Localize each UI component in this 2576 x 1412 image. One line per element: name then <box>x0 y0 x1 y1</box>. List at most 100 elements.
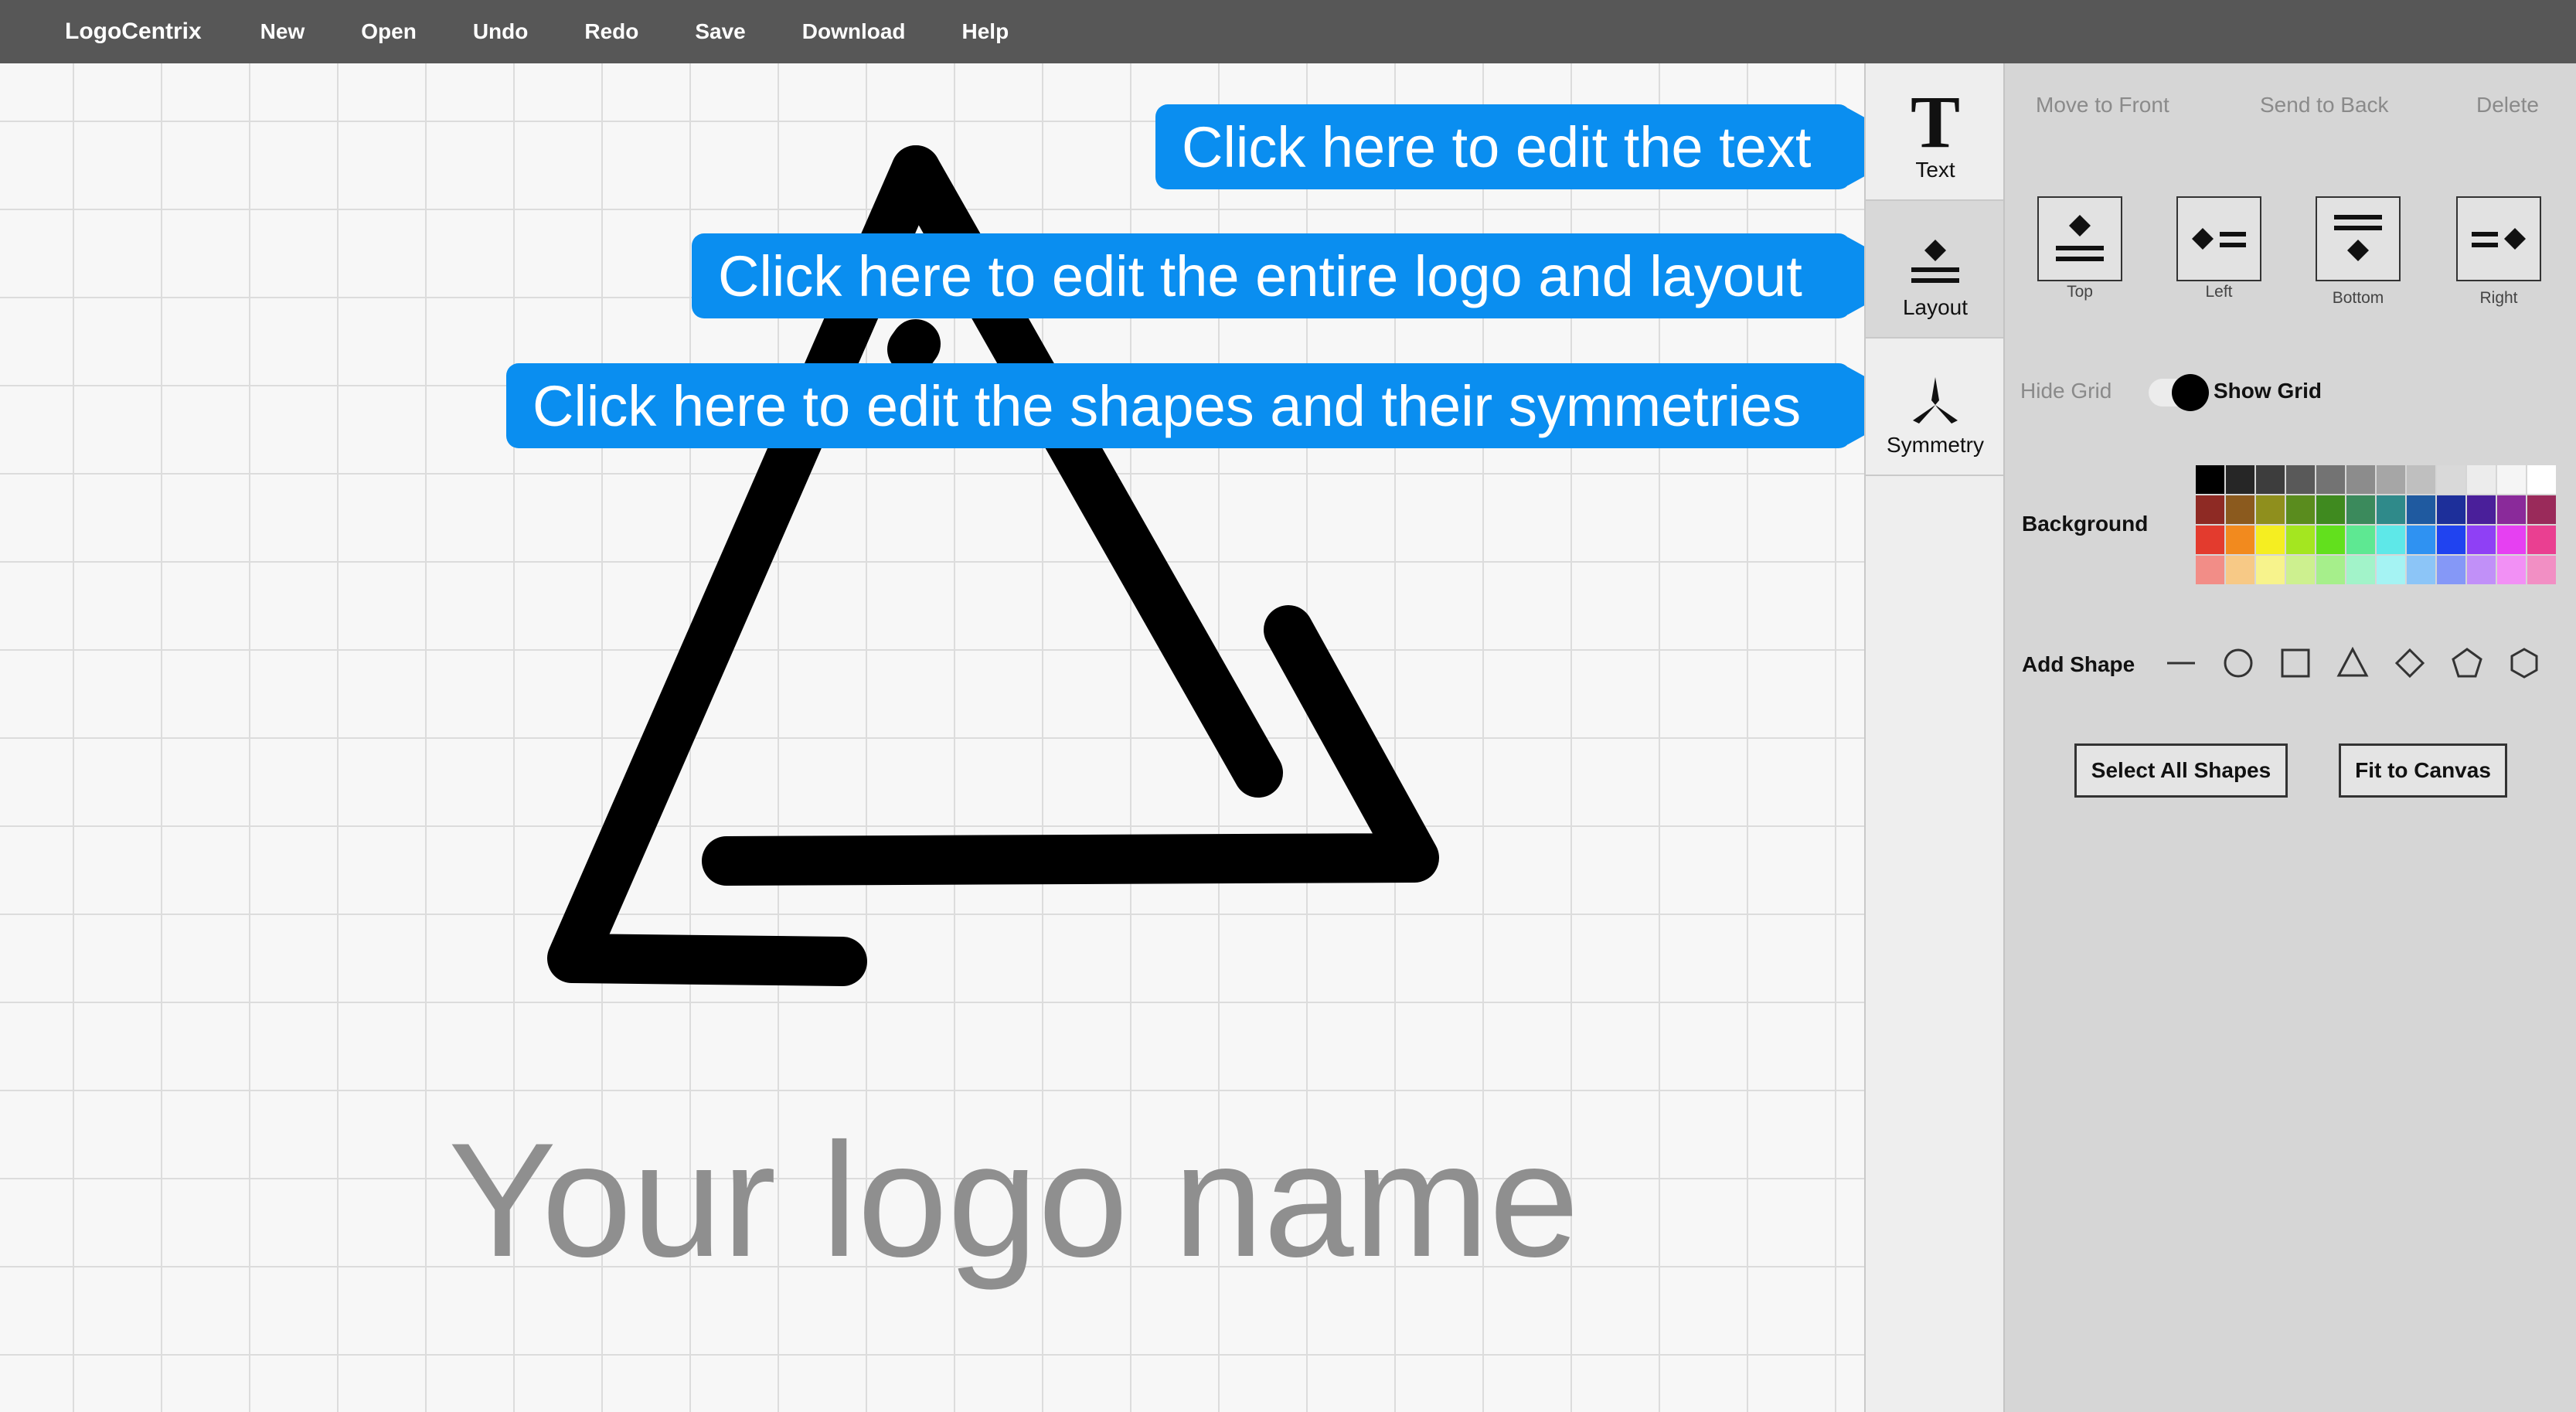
color-swatch[interactable] <box>2407 556 2435 584</box>
callout-edit-symmetry: Click here to edit the shapes and their … <box>506 363 1864 448</box>
color-swatch[interactable] <box>2497 556 2526 584</box>
color-swatch[interactable] <box>2196 556 2224 584</box>
select-all-shapes-button[interactable]: Select All Shapes <box>2074 743 2288 798</box>
color-swatch[interactable] <box>2316 495 2345 524</box>
color-swatch[interactable] <box>2437 526 2465 554</box>
color-swatch[interactable] <box>2407 526 2435 554</box>
properties-panel: Move to Front Send to Back Delete Top Le… <box>2003 63 2576 1412</box>
callout-edit-layout: Click here to edit the entire logo and l… <box>692 233 1864 318</box>
background-label: Background <box>2022 512 2149 536</box>
pentagon-icon <box>2452 648 2482 678</box>
add-pentagon-button[interactable] <box>2445 641 2489 685</box>
color-swatch[interactable] <box>2497 465 2526 494</box>
menu-undo[interactable]: Undo <box>473 19 529 44</box>
add-square-button[interactable] <box>2274 641 2317 685</box>
tool-layout[interactable]: Layout <box>1866 201 2005 339</box>
color-swatch[interactable] <box>2346 556 2375 584</box>
add-hexagon-button[interactable] <box>2503 641 2546 685</box>
color-swatch[interactable] <box>2286 495 2315 524</box>
align-left-button[interactable] <box>2176 196 2261 281</box>
color-swatch[interactable] <box>2286 526 2315 554</box>
color-swatch[interactable] <box>2437 495 2465 524</box>
color-swatch[interactable] <box>2407 495 2435 524</box>
logo-name-text[interactable]: Your logo name <box>448 1107 1579 1294</box>
send-to-back-button[interactable]: Send to Back <box>2260 93 2389 117</box>
menu-help[interactable]: Help <box>962 19 1009 44</box>
background-color-palette <box>2196 465 2556 584</box>
logo-shape-lower-stroke <box>887 319 941 374</box>
color-swatch[interactable] <box>2316 465 2345 494</box>
color-swatch[interactable] <box>2437 556 2465 584</box>
circle-icon <box>2224 648 2253 678</box>
color-swatch[interactable] <box>2316 526 2345 554</box>
color-swatch[interactable] <box>2346 465 2375 494</box>
color-swatch[interactable] <box>2497 526 2526 554</box>
color-swatch[interactable] <box>2196 465 2224 494</box>
app-logo[interactable]: LogoCentrix <box>65 19 202 45</box>
color-swatch[interactable] <box>2497 495 2526 524</box>
align-left-label: Left <box>2205 283 2233 301</box>
menu-download[interactable]: Download <box>802 19 906 44</box>
menu-bar: LogoCentrix New Open Undo Redo Save Down… <box>0 0 2576 63</box>
color-swatch[interactable] <box>2286 465 2315 494</box>
add-triangle-button[interactable] <box>2331 641 2374 685</box>
add-line-button[interactable] <box>2159 641 2203 685</box>
align-bottom-icon <box>2334 215 2382 261</box>
tool-symmetry[interactable]: Symmetry <box>1866 339 2005 476</box>
tool-text-label: Text <box>1915 158 1955 182</box>
add-diamond-button[interactable] <box>2388 641 2431 685</box>
color-swatch[interactable] <box>2256 495 2285 524</box>
add-circle-button[interactable] <box>2217 641 2260 685</box>
menu-redo[interactable]: Redo <box>584 19 638 44</box>
color-swatch[interactable] <box>2437 465 2465 494</box>
color-swatch[interactable] <box>2256 465 2285 494</box>
color-swatch[interactable] <box>2467 556 2496 584</box>
text-tool-icon: T <box>1910 80 1961 163</box>
color-swatch[interactable] <box>2196 526 2224 554</box>
menu-save[interactable]: Save <box>695 19 745 44</box>
logo-shape-corner-stroke <box>702 605 1439 886</box>
color-swatch[interactable] <box>2316 556 2345 584</box>
diamond-icon <box>2394 648 2425 679</box>
menu-new[interactable]: New <box>260 19 305 44</box>
color-swatch[interactable] <box>2377 495 2405 524</box>
align-right-button[interactable] <box>2456 196 2541 281</box>
color-swatch[interactable] <box>2527 526 2556 554</box>
color-swatch[interactable] <box>2346 526 2375 554</box>
color-swatch[interactable] <box>2407 465 2435 494</box>
color-swatch[interactable] <box>2226 526 2254 554</box>
triangle-icon <box>2336 646 2369 677</box>
align-bottom-button[interactable] <box>2316 196 2401 281</box>
color-swatch[interactable] <box>2467 526 2496 554</box>
delete-button[interactable]: Delete <box>2476 93 2539 117</box>
color-swatch[interactable] <box>2226 556 2254 584</box>
color-swatch[interactable] <box>2226 495 2254 524</box>
menu-open[interactable]: Open <box>361 19 417 44</box>
color-swatch[interactable] <box>2527 556 2556 584</box>
color-swatch[interactable] <box>2226 465 2254 494</box>
grid-toggle-switch[interactable] <box>2149 374 2209 411</box>
color-swatch[interactable] <box>2377 556 2405 584</box>
color-swatch[interactable] <box>2467 465 2496 494</box>
hide-grid-label[interactable]: Hide Grid <box>2020 379 2112 403</box>
add-shape-label: Add Shape <box>2022 652 2135 676</box>
color-swatch[interactable] <box>2377 526 2405 554</box>
callout-edit-text: Click here to edit the text <box>1155 104 1864 189</box>
align-top-label: Top <box>2067 283 2093 301</box>
color-swatch[interactable] <box>2256 556 2285 584</box>
color-swatch[interactable] <box>2467 495 2496 524</box>
color-swatch[interactable] <box>2527 465 2556 494</box>
align-top-button[interactable] <box>2037 196 2122 281</box>
move-to-front-button[interactable]: Move to Front <box>2036 93 2169 117</box>
tool-text[interactable]: T Text <box>1866 63 2005 201</box>
color-swatch[interactable] <box>2196 495 2224 524</box>
tool-layout-label: Layout <box>1902 295 1969 319</box>
show-grid-label[interactable]: Show Grid <box>2214 379 2322 403</box>
color-swatch[interactable] <box>2256 526 2285 554</box>
color-swatch[interactable] <box>2527 495 2556 524</box>
fit-to-canvas-button[interactable]: Fit to Canvas <box>2339 743 2507 798</box>
design-canvas[interactable]: Your logo name Click here to edit the te… <box>0 63 1864 1412</box>
color-swatch[interactable] <box>2377 465 2405 494</box>
color-swatch[interactable] <box>2346 495 2375 524</box>
color-swatch[interactable] <box>2286 556 2315 584</box>
